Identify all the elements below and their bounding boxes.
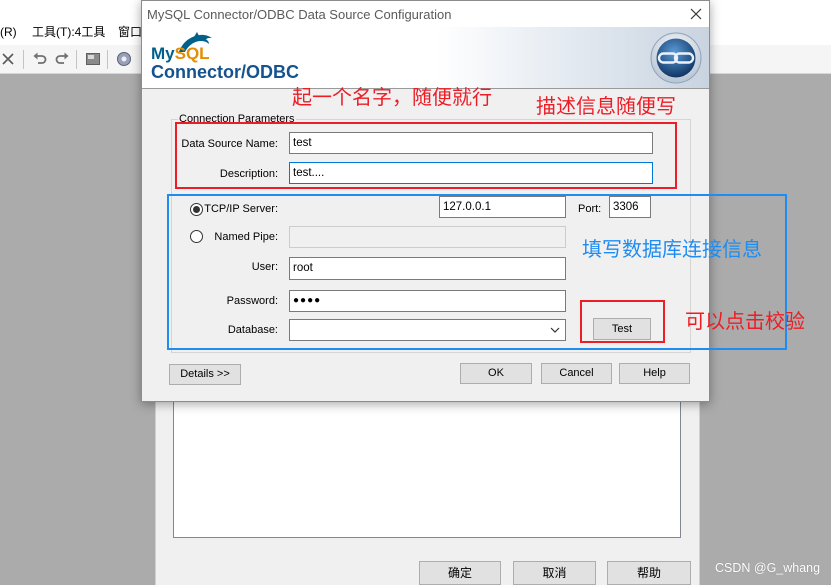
toolbar-separator bbox=[107, 50, 108, 69]
menu-item-r[interactable]: (R) bbox=[0, 25, 17, 39]
help-button[interactable]: 帮助 bbox=[607, 561, 691, 585]
toolbar-separator bbox=[76, 50, 77, 69]
toolbar-separator bbox=[23, 50, 24, 69]
close-icon[interactable] bbox=[0, 51, 16, 67]
watermark: CSDN @G_whang bbox=[715, 561, 821, 575]
window-icon[interactable] bbox=[85, 51, 101, 67]
annotation-box-name bbox=[175, 122, 677, 189]
dialog-title: MySQL Connector/ODBC Data Source Configu… bbox=[147, 7, 452, 22]
close-icon[interactable] bbox=[689, 7, 703, 21]
product-name: Connector/ODBC bbox=[151, 62, 299, 82]
annotation-connection-hint: 填写数据库连接信息 bbox=[582, 239, 762, 261]
logo-text-sql: SQL bbox=[174, 44, 210, 63]
ok-button[interactable]: OK bbox=[460, 363, 532, 384]
annotation-name-hint: 起一个名字，随便就行 bbox=[292, 87, 492, 109]
logo-text-my: My bbox=[151, 44, 175, 63]
menu-item-window[interactable]: 窗口 bbox=[118, 25, 142, 39]
cancel-button[interactable]: Cancel bbox=[541, 363, 612, 384]
chain-link-icon bbox=[650, 32, 702, 84]
menu-item-tools[interactable]: 工具(T):4工具 bbox=[32, 25, 105, 39]
mysql-logo: MySQL bbox=[151, 31, 223, 65]
undo-icon[interactable] bbox=[32, 51, 48, 67]
redo-icon[interactable] bbox=[54, 51, 70, 67]
dialog-banner: MySQL Connector/ODBC bbox=[142, 27, 709, 89]
details-button[interactable]: Details >> bbox=[169, 364, 241, 385]
confirm-button[interactable]: 确定 bbox=[419, 561, 501, 585]
annotation-test-hint: 可以点击校验 bbox=[685, 311, 805, 333]
background-window: 确定 取消 帮助 bbox=[155, 380, 700, 585]
dialog-titlebar: MySQL Connector/ODBC Data Source Configu… bbox=[142, 1, 709, 27]
help-button[interactable]: Help bbox=[619, 363, 690, 384]
background-list-box[interactable] bbox=[173, 380, 681, 538]
mysql-logo-text: MySQL bbox=[151, 45, 210, 63]
cancel-button[interactable]: 取消 bbox=[513, 561, 596, 585]
annotation-description-hint: 描述信息随便写 bbox=[536, 96, 676, 118]
annotation-box-test bbox=[580, 300, 665, 343]
settings-icon[interactable] bbox=[116, 51, 132, 67]
